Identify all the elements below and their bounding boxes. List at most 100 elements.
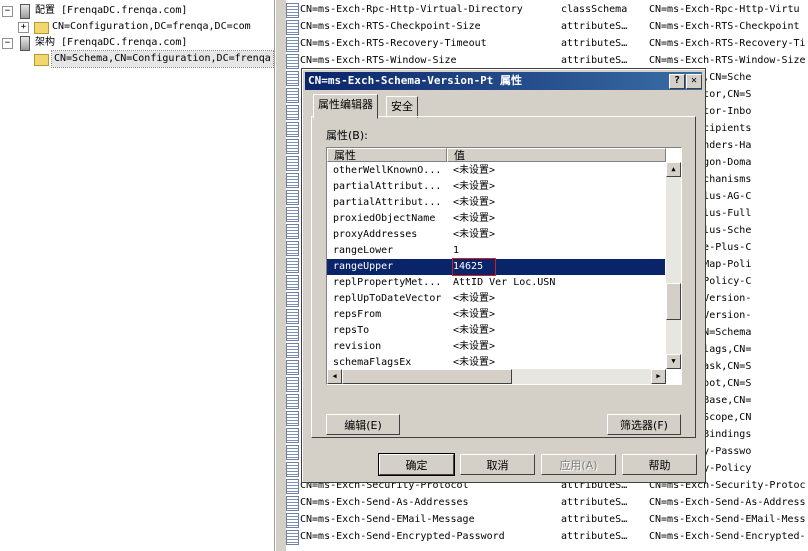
help-button[interactable]: 帮助 <box>622 454 697 475</box>
schema-object-icon <box>286 326 299 341</box>
attribute-value: <未设置> <box>453 293 496 304</box>
list-item-dn: CN=ms-Exch-Send-Encrypted- <box>649 531 806 542</box>
attribute-value: <未设置> <box>453 181 496 192</box>
collapse-icon[interactable]: − <box>2 38 13 49</box>
schema-object-icon <box>286 275 299 290</box>
attribute-row[interactable]: partialAttribut... <未设置> <box>327 195 665 211</box>
attribute-name: repsFrom <box>333 309 382 320</box>
list-item[interactable]: CN=ms-Exch-Send-Encrypted-Password attrib… <box>286 528 808 545</box>
collapse-icon[interactable]: − <box>2 6 13 17</box>
schema-object-icon <box>286 530 299 545</box>
schema-object-icon <box>286 462 299 477</box>
scroll-thumb[interactable] <box>666 283 681 320</box>
schema-object-icon <box>286 190 299 205</box>
schema-object-icon <box>286 71 299 86</box>
schema-object-icon <box>286 343 299 358</box>
schema-object-icon <box>286 479 299 494</box>
list-item[interactable]: CN=ms-Exch-RTS-Recovery-Timeout attribute… <box>286 35 808 52</box>
schema-object-icon <box>286 241 299 256</box>
edit-button[interactable]: 编辑(E) <box>326 414 400 435</box>
column-header-attribute[interactable]: 属性 <box>327 148 447 162</box>
attribute-name: replPropertyMet... <box>333 277 442 288</box>
properties-dialog: CN=ms-Exch-Schema-Version-Pt 属性 ? ✕ 属性编辑… <box>301 68 706 483</box>
cancel-button[interactable]: 取消 <box>460 454 535 475</box>
close-icon[interactable]: ✕ <box>686 74 702 89</box>
schema-object-icon <box>286 156 299 171</box>
folder-icon <box>34 54 49 66</box>
attribute-row[interactable]: proxiedObjectName <未设置> <box>327 211 665 227</box>
list-item[interactable]: CN=ms-Exch-RTS-Checkpoint-Size attributeS… <box>286 18 808 35</box>
schema-object-icon <box>286 20 299 35</box>
tab-attribute-editor[interactable]: 属性编辑器 <box>313 94 378 119</box>
attribute-value: 14625 <box>451 258 497 276</box>
column-header-value[interactable]: 值 <box>447 148 666 162</box>
schema-object-icon <box>286 377 299 392</box>
tree-pane: − 配置 [FrenqaDC.frenqa.com] + CN=Configur… <box>0 0 275 551</box>
attribute-value: <未设置> <box>453 197 496 208</box>
scroll-right-icon[interactable]: ▶ <box>651 369 666 384</box>
horizontal-scrollbar[interactable]: ◀ ▶ <box>327 369 666 384</box>
attribute-row[interactable]: proxyAddresses <未设置> <box>327 227 665 243</box>
filter-button[interactable]: 筛选器(F) <box>607 414 681 435</box>
attribute-row[interactable]: rangeUpper 14625 <box>327 258 665 276</box>
list-item[interactable]: CN=ms-Exch-Rpc-Http-Virtual-Directory cla… <box>286 1 808 18</box>
list-item-class: attributeS… <box>561 21 628 32</box>
list-item-dn: CN=ms-Exch-RTS-Checkpoint <box>649 21 800 32</box>
dialog-title: CN=ms-Exch-Schema-Version-Pt 属性 <box>308 74 523 87</box>
list-item[interactable]: CN=ms-Exch-Send-As-Addresses attributeS… C… <box>286 494 808 511</box>
attribute-value: <未设置> <box>453 229 496 240</box>
list-item-dn: CN=ms-Exch-Send-EMail-Mess <box>649 514 806 525</box>
attribute-row[interactable]: replPropertyMet... AttID Ver Loc.USN <box>327 275 665 291</box>
attribute-row[interactable]: rangeLower 1 <box>327 243 665 259</box>
schema-object-icon <box>286 394 299 409</box>
expand-icon[interactable]: + <box>18 22 29 33</box>
schema-object-icon <box>286 496 299 511</box>
attribute-row[interactable]: replUpToDateVector <未设置> <box>327 291 665 307</box>
attribute-value: <未设置> <box>453 213 496 224</box>
server-icon <box>20 36 30 51</box>
scroll-left-icon[interactable]: ◀ <box>327 369 342 384</box>
schema-object-icon <box>286 411 299 426</box>
schema-object-icon <box>286 88 299 103</box>
attribute-name: partialAttribut... <box>333 197 442 208</box>
dialog-titlebar[interactable]: CN=ms-Exch-Schema-Version-Pt 属性 ? ✕ <box>305 72 702 90</box>
list-item-class: classSchema <box>561 4 628 15</box>
attribute-name: replUpToDateVector <box>333 293 442 304</box>
list-item[interactable]: CN=ms-Exch-Send-EMail-Message attributeS…… <box>286 511 808 528</box>
list-item[interactable]: CN=ms-Exch-RTS-Window-Size attributeS… CN=… <box>286 52 808 69</box>
attribute-name: proxiedObjectName <box>333 213 436 224</box>
tree-item-label: CN=Configuration,DC=frenqa,DC=com <box>52 21 251 32</box>
attribute-row[interactable]: revision <未设置> <box>327 339 665 355</box>
schema-object-icon <box>286 37 299 52</box>
schema-object-icon <box>286 122 299 137</box>
attribute-name: revision <box>333 341 382 352</box>
attribute-list[interactable]: 属性 值 otherWellKnownO... <未设置> partialAttri… <box>326 147 682 385</box>
list-item-name: CN=ms-Exch-Send-As-Addresses <box>300 497 469 508</box>
list-item-class: attributeS… <box>561 497 628 508</box>
ok-button[interactable]: 确定 <box>378 453 455 476</box>
list-item-name: CN=ms-Exch-Send-Encrypted-Password <box>300 531 505 542</box>
scroll-up-icon[interactable]: ▲ <box>666 162 681 177</box>
tab-security[interactable]: 安全 <box>386 96 418 118</box>
schema-object-icon <box>286 207 299 222</box>
attribute-name: partialAttribut... <box>333 181 442 192</box>
attribute-row[interactable]: repsFrom <未设置> <box>327 307 665 323</box>
list-item-name: CN=ms-Exch-Rpc-Http-Virtual-Directory <box>300 4 523 15</box>
vertical-scrollbar[interactable]: ▲ ▼ <box>666 162 681 369</box>
list-item-dn: CN=ms-Exch-Rpc-Http-Virtu <box>649 4 800 15</box>
schema-object-icon <box>286 360 299 375</box>
list-item-class: attributeS… <box>561 531 628 542</box>
list-item-dn: CN=ms-Exch-Send-As-Address <box>649 497 806 508</box>
list-item-name: CN=ms-Exch-RTS-Window-Size <box>300 55 457 66</box>
attribute-row[interactable]: partialAttribut... <未设置> <box>327 179 665 195</box>
attribute-row[interactable]: otherWellKnownO... <未设置> <box>327 163 665 179</box>
apply-button[interactable]: 应用(A) <box>541 454 616 475</box>
server-icon <box>20 4 30 19</box>
attribute-row[interactable]: repsTo <未设置> <box>327 323 665 339</box>
list-item-dn: CN=ms-Exch-RTS-Window-Size <box>649 55 806 66</box>
scroll-thumb[interactable] <box>342 369 512 384</box>
attribute-name: repsTo <box>333 325 370 336</box>
scroll-down-icon[interactable]: ▼ <box>666 354 681 369</box>
attribute-name: proxyAddresses <box>333 229 418 240</box>
help-icon[interactable]: ? <box>669 74 685 89</box>
